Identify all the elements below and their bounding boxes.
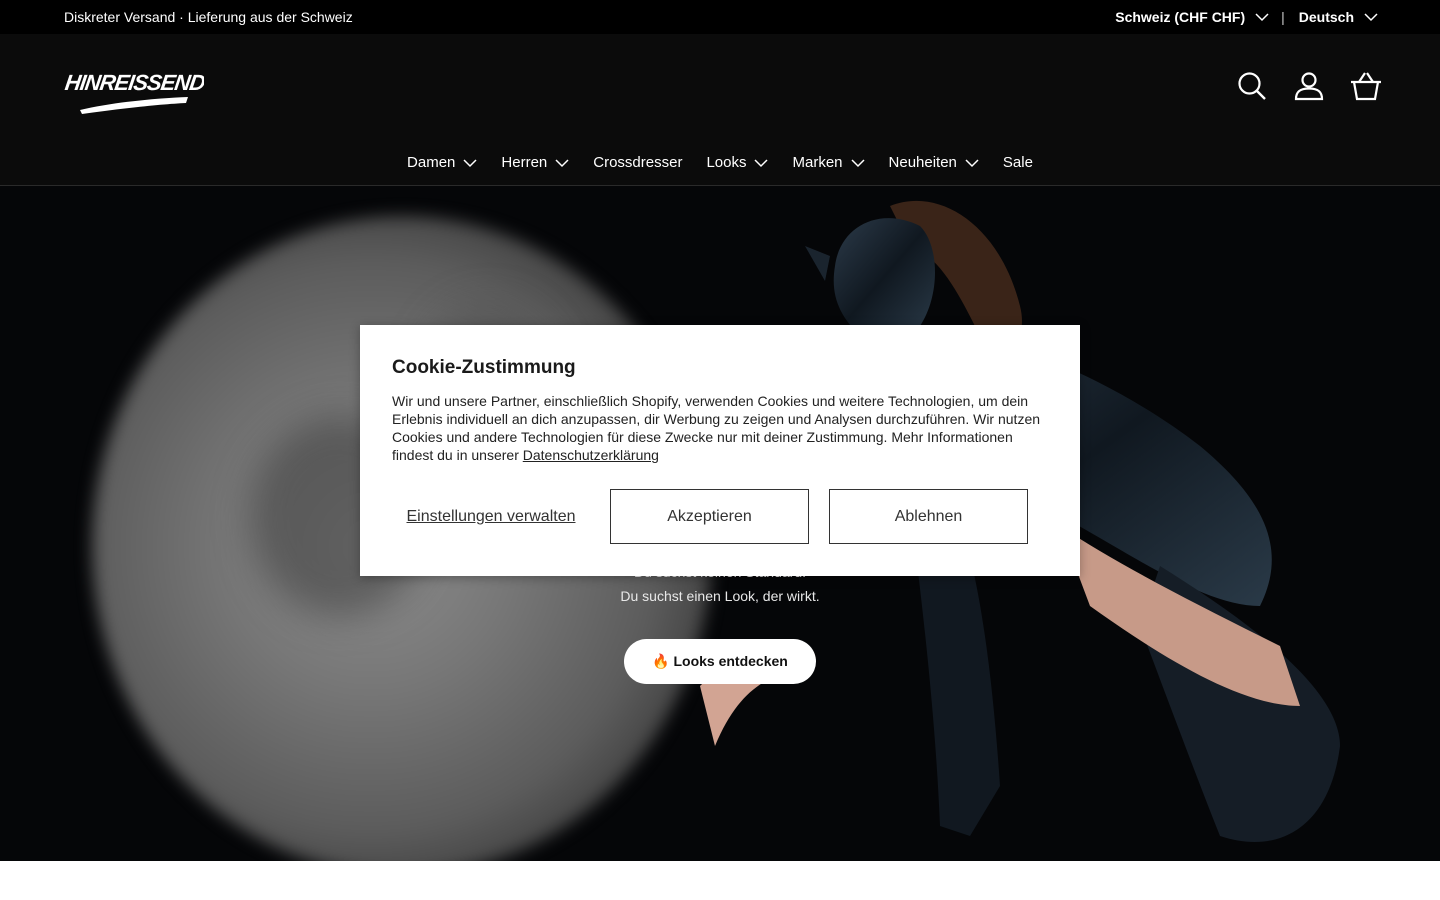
country-label: Schweiz (CHF CHF) xyxy=(1115,9,1246,25)
language-selector[interactable]: Deutsch xyxy=(1299,9,1378,25)
nav-item-label: Crossdresser xyxy=(593,154,683,171)
chevron-down-icon xyxy=(754,156,769,170)
accept-button[interactable]: Akzeptieren xyxy=(610,489,809,544)
chevron-down-icon xyxy=(463,156,477,170)
country-selector[interactable]: Schweiz (CHF CHF) xyxy=(1115,9,1269,25)
hero-tagline-2: Du suchst einen Look, der wirkt. xyxy=(620,588,820,604)
chevron-down-icon xyxy=(1364,10,1378,24)
nav-item-label: Sale xyxy=(1002,154,1033,171)
announcement-bar: Diskreter Versand · Lieferung aus der Sc… xyxy=(0,0,1440,34)
announcement-text: Diskreter Versand · Lieferung aus der Sc… xyxy=(64,9,353,25)
nav-item-crossdresser[interactable]: Crossdresser xyxy=(593,154,682,171)
chevron-down-icon xyxy=(555,156,569,170)
locale-separator: | xyxy=(1281,9,1285,25)
explore-looks-button[interactable]: 🔥 Looks entdecken xyxy=(624,639,816,684)
locale-selector: Schweiz (CHF CHF) | Deutsch xyxy=(1115,9,1378,25)
svg-text:HINREISSEND: HINREISSEND xyxy=(64,70,204,95)
site-logo[interactable]: HINREISSEND xyxy=(63,62,207,116)
chevron-down-icon xyxy=(1255,10,1269,24)
basket-icon[interactable] xyxy=(1350,70,1382,102)
manage-settings-button[interactable]: Einstellungen verwalten xyxy=(392,507,590,527)
nav-item-herren[interactable]: Herren xyxy=(501,154,569,171)
chevron-down-icon xyxy=(965,156,979,170)
cookie-body: Wir und unsere Partner, einschließlich S… xyxy=(392,392,1052,464)
nav-item-neuheiten[interactable]: Neuheiten xyxy=(889,154,979,171)
nav-item-label: Neuheiten xyxy=(888,154,957,171)
nav-item-label: Damen xyxy=(407,154,456,171)
cookie-actions: Einstellungen verwalten Akzeptieren Able… xyxy=(392,489,1028,544)
header-icons xyxy=(1236,70,1382,102)
nav-item-label: Looks xyxy=(706,154,747,171)
account-icon[interactable] xyxy=(1293,70,1325,102)
privacy-policy-link[interactable]: Datenschutzerklärung xyxy=(523,447,659,463)
cookie-consent-dialog: Cookie-Zustimmung Wir und unsere Partner… xyxy=(360,325,1080,576)
nav-item-sale[interactable]: Sale xyxy=(1003,154,1033,171)
language-label: Deutsch xyxy=(1298,9,1354,25)
decline-button[interactable]: Ablehnen xyxy=(829,489,1028,544)
nav-item-damen[interactable]: Damen xyxy=(407,154,477,171)
search-icon[interactable] xyxy=(1236,70,1268,102)
nav-item-label: Marken xyxy=(792,154,843,171)
nav-item-label: Herren xyxy=(501,154,548,171)
chevron-down-icon xyxy=(850,156,865,170)
nav-item-looks[interactable]: Looks xyxy=(706,154,769,171)
cookie-body-text: Wir und unsere Partner, einschließlich S… xyxy=(392,393,1041,463)
nav-item-marken[interactable]: Marken xyxy=(792,154,865,171)
cookie-title: Cookie-Zustimmung xyxy=(392,357,576,378)
main-navigation: Damen Herren Crossdresser Looks Marken Neuhei… xyxy=(0,154,1440,171)
site-header: HINREISSEND Damen Herren Crossdresser Looks… xyxy=(0,34,1440,186)
